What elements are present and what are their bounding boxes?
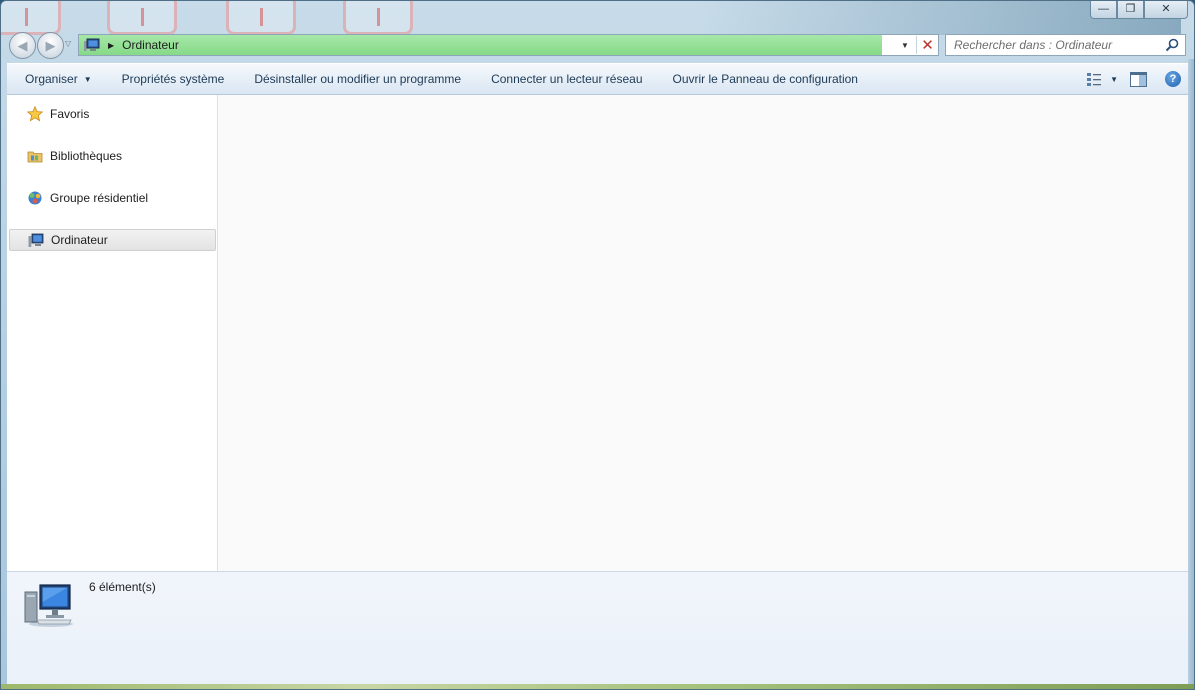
address-load-progress [79, 35, 883, 55]
nav-item-label: Favoris [50, 107, 90, 121]
item-count: 6 élément(s) [89, 580, 156, 594]
chevron-down-icon: ▼ [83, 74, 92, 84]
change-view-button[interactable]: ▼ [1086, 71, 1118, 87]
maximize-button[interactable]: ❐ [1117, 1, 1144, 19]
close-button[interactable]: ✕ [1144, 1, 1188, 19]
window-frame-edge [1188, 59, 1194, 684]
nav-item-label: Bibliothèques [50, 149, 123, 163]
background-document-shape [107, 1, 177, 35]
back-button[interactable]: ◀ [9, 32, 36, 59]
uninstall-program-button[interactable]: Désinstaller ou modifier un programme [239, 67, 476, 91]
nav-item-bibliotheques[interactable]: Bibliothèques [9, 145, 216, 167]
recent-pages-dropdown[interactable]: ▽ [65, 39, 71, 48]
forward-button[interactable]: ▶ [37, 32, 64, 59]
preview-pane-icon[interactable] [1130, 71, 1147, 87]
forward-arrow-icon: ▶ [45, 37, 56, 53]
nav-item-label: Groupe résidentiel [50, 191, 149, 205]
nav-item-label: Ordinateur [51, 233, 108, 247]
minimize-button[interactable]: — [1090, 1, 1117, 19]
search-box[interactable] [945, 34, 1186, 56]
help-button[interactable]: ? [1165, 71, 1181, 87]
computer-icon [24, 584, 73, 627]
star-icon [27, 106, 43, 122]
organize-menu[interactable]: Organiser ▼ [7, 67, 107, 91]
homegroup-icon [28, 191, 42, 205]
address-bar[interactable]: ▶ Ordinateur ▼ ✕ [78, 34, 939, 56]
navigation-pane: Favoris Bibliothèques Groupe résidentiel [7, 95, 218, 571]
libraries-icon [27, 151, 43, 163]
address-dropdown-icon[interactable]: ▼ [895, 35, 915, 55]
explorer-window: — ❐ ✕ ◀ ▶ ▽ ▶ Ordinateur ▼ ✕ Organiser ▼ [0, 0, 1195, 690]
command-bar-right: ▼ ? [1086, 64, 1188, 94]
caption-buttons: — ❐ ✕ [1090, 1, 1188, 19]
organize-label: Organiser [25, 72, 78, 86]
search-input[interactable] [954, 38, 1166, 52]
back-arrow-icon: ◀ [17, 37, 28, 53]
map-network-drive-button[interactable]: Connecter un lecteur réseau [476, 67, 657, 91]
desktop-strip [1, 684, 1194, 689]
computer-icon [28, 233, 44, 247]
background-document-shape [1, 1, 61, 35]
details-pane: 6 élément(s) [7, 571, 1188, 684]
background-document-shape [343, 1, 413, 35]
command-bar: Organiser ▼ Propriétés système Désinstal… [7, 63, 1188, 95]
system-properties-button[interactable]: Propriétés système [107, 67, 240, 91]
nav-item-groupe-residentiel[interactable]: Groupe résidentiel [9, 187, 216, 209]
computer-icon [84, 38, 100, 51]
background-document-shape [226, 1, 296, 35]
search-icon[interactable] [1165, 38, 1179, 52]
file-list-area[interactable] [218, 95, 1188, 571]
stop-loading-button[interactable]: ✕ [916, 36, 938, 54]
chevron-down-icon: ▼ [1110, 74, 1118, 84]
breadcrumb-location[interactable]: Ordinateur [122, 38, 179, 52]
nav-item-favoris[interactable]: Favoris [9, 103, 216, 125]
view-list-icon [1087, 73, 1102, 86]
nav-item-ordinateur[interactable]: Ordinateur [9, 229, 216, 251]
open-control-panel-button[interactable]: Ouvrir le Panneau de configuration [658, 67, 873, 91]
breadcrumb-chevron-icon[interactable]: ▶ [108, 41, 114, 50]
